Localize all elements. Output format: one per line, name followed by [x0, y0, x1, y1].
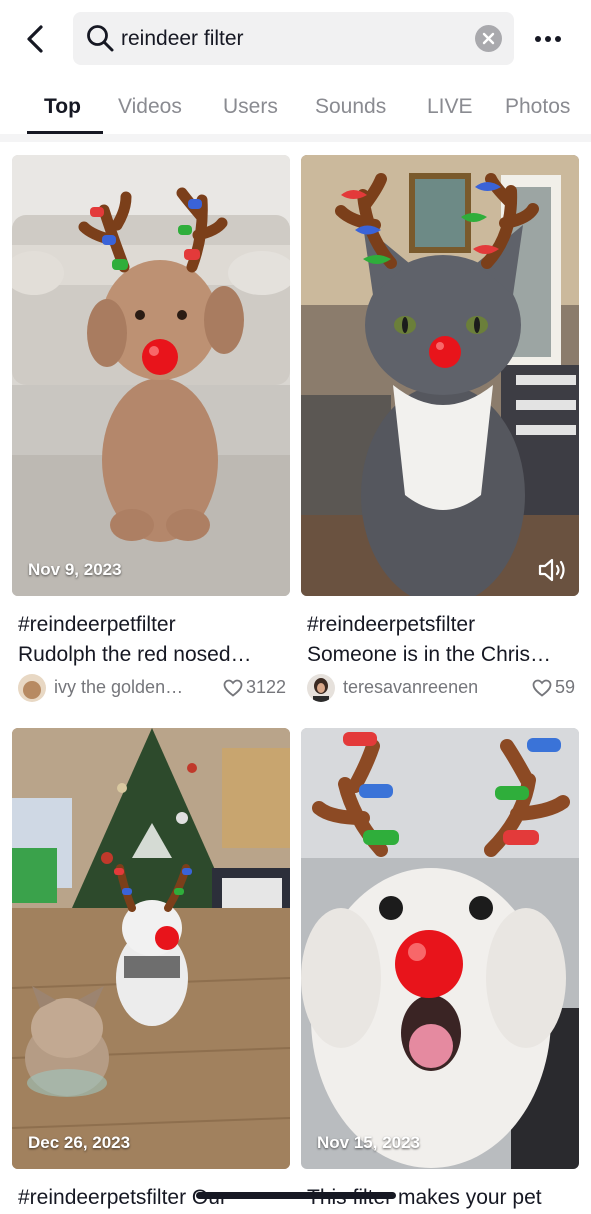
like-count: 3122: [223, 677, 286, 698]
heart-icon: [532, 679, 552, 697]
tab-users[interactable]: Users: [223, 94, 278, 120]
clear-search-button[interactable]: [475, 25, 502, 52]
video-thumbnail[interactable]: Nov 9, 2023: [12, 155, 290, 596]
chevron-left-icon: [27, 25, 43, 53]
caption-text: Rudolph the red nosed…: [18, 643, 252, 666]
more-dot: [555, 36, 561, 42]
heart-icon: [223, 679, 243, 697]
search-icon: [87, 25, 114, 52]
more-options-button[interactable]: [528, 26, 568, 52]
caption-hashtag[interactable]: #reindeerpetfilter: [18, 610, 288, 640]
tab-videos[interactable]: Videos: [118, 94, 182, 120]
back-button[interactable]: [18, 20, 52, 58]
avatar[interactable]: [307, 674, 335, 702]
caption-hashtag[interactable]: #reindeerpetsfilter: [307, 610, 577, 640]
video-caption[interactable]: #reindeerpetsfilter Someone is in the Ch…: [307, 610, 577, 670]
tab-top[interactable]: Top: [44, 94, 81, 120]
search-input[interactable]: reindeer filter: [121, 26, 244, 52]
top-bar: reindeer filter: [0, 0, 591, 78]
more-horizontal-icon: [535, 36, 541, 42]
video-thumbnail[interactable]: Nov 15, 2023: [301, 728, 579, 1169]
search-tabs: Top Videos Users Sounds LIVE Photos: [0, 78, 591, 136]
video-date: Dec 26, 2023: [28, 1133, 131, 1152]
avatar[interactable]: [18, 674, 46, 702]
more-dot: [545, 36, 551, 42]
search-bar[interactable]: reindeer filter: [73, 12, 514, 65]
like-count-value: 3122: [245, 677, 286, 697]
divider: [0, 134, 591, 142]
like-count-value: 59: [554, 677, 575, 697]
video-meta: teresavanreenen 59: [307, 673, 579, 703]
video-meta: ivy the golden… 3122: [18, 673, 290, 703]
speaker-icon[interactable]: [537, 557, 567, 583]
tab-sounds[interactable]: Sounds: [315, 94, 386, 120]
tab-live[interactable]: LIVE: [427, 94, 473, 120]
caption-text: Someone is in the Chris…: [307, 643, 551, 666]
clear-icon: [482, 32, 495, 45]
tab-photos[interactable]: Photos: [505, 94, 570, 120]
author-name[interactable]: ivy the golden…: [54, 677, 183, 698]
home-indicator[interactable]: [196, 1192, 396, 1199]
video-date: Nov 15, 2023: [317, 1133, 421, 1152]
video-date: Nov 9, 2023: [28, 560, 122, 579]
like-count: 59: [532, 677, 575, 698]
video-thumbnail[interactable]: Dec 26, 2023: [12, 728, 290, 1169]
video-caption[interactable]: #reindeerpetfilter Rudolph the red nosed…: [18, 610, 288, 670]
video-thumbnail[interactable]: [301, 155, 579, 596]
author-name[interactable]: teresavanreenen: [343, 677, 478, 698]
